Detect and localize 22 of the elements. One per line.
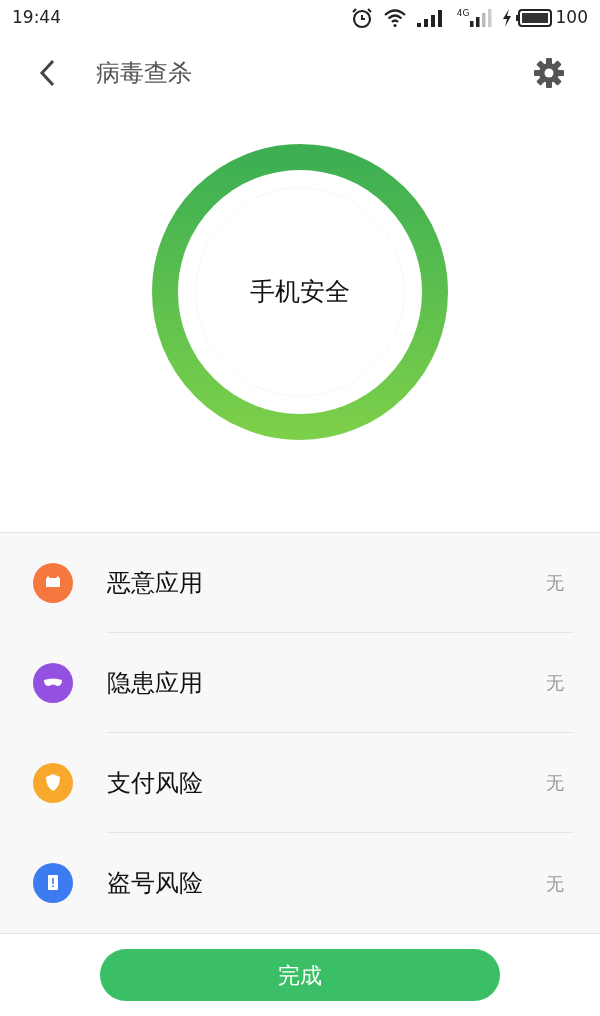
signal-icon	[469, 9, 492, 27]
battery-icon	[515, 9, 552, 27]
charging-icon	[501, 9, 512, 27]
network-label: 4G	[456, 9, 470, 18]
alarm-icon	[350, 7, 373, 29]
risk-label: 盗号风险	[107, 868, 203, 899]
page-title: 病毒查杀	[96, 58, 193, 89]
risk-result: 无	[546, 871, 564, 896]
risk-result: 无	[546, 571, 564, 595]
wifi-icon	[382, 8, 407, 28]
settings-icon	[533, 57, 565, 89]
chevron-left-icon	[39, 59, 55, 87]
risk-label: 支付风险	[107, 767, 203, 799]
status-time: 19:44	[12, 6, 61, 30]
risk-result: 无	[546, 671, 564, 695]
settings-button[interactable]	[532, 56, 566, 90]
status-text: 手机安全	[250, 276, 350, 309]
risk-label: 隐患应用	[107, 667, 203, 699]
risk-result: 无	[546, 771, 564, 795]
battery-level: 100	[555, 6, 588, 30]
done-button[interactable]: 完成	[100, 949, 500, 1001]
risk-label: 恶意应用	[107, 567, 203, 599]
